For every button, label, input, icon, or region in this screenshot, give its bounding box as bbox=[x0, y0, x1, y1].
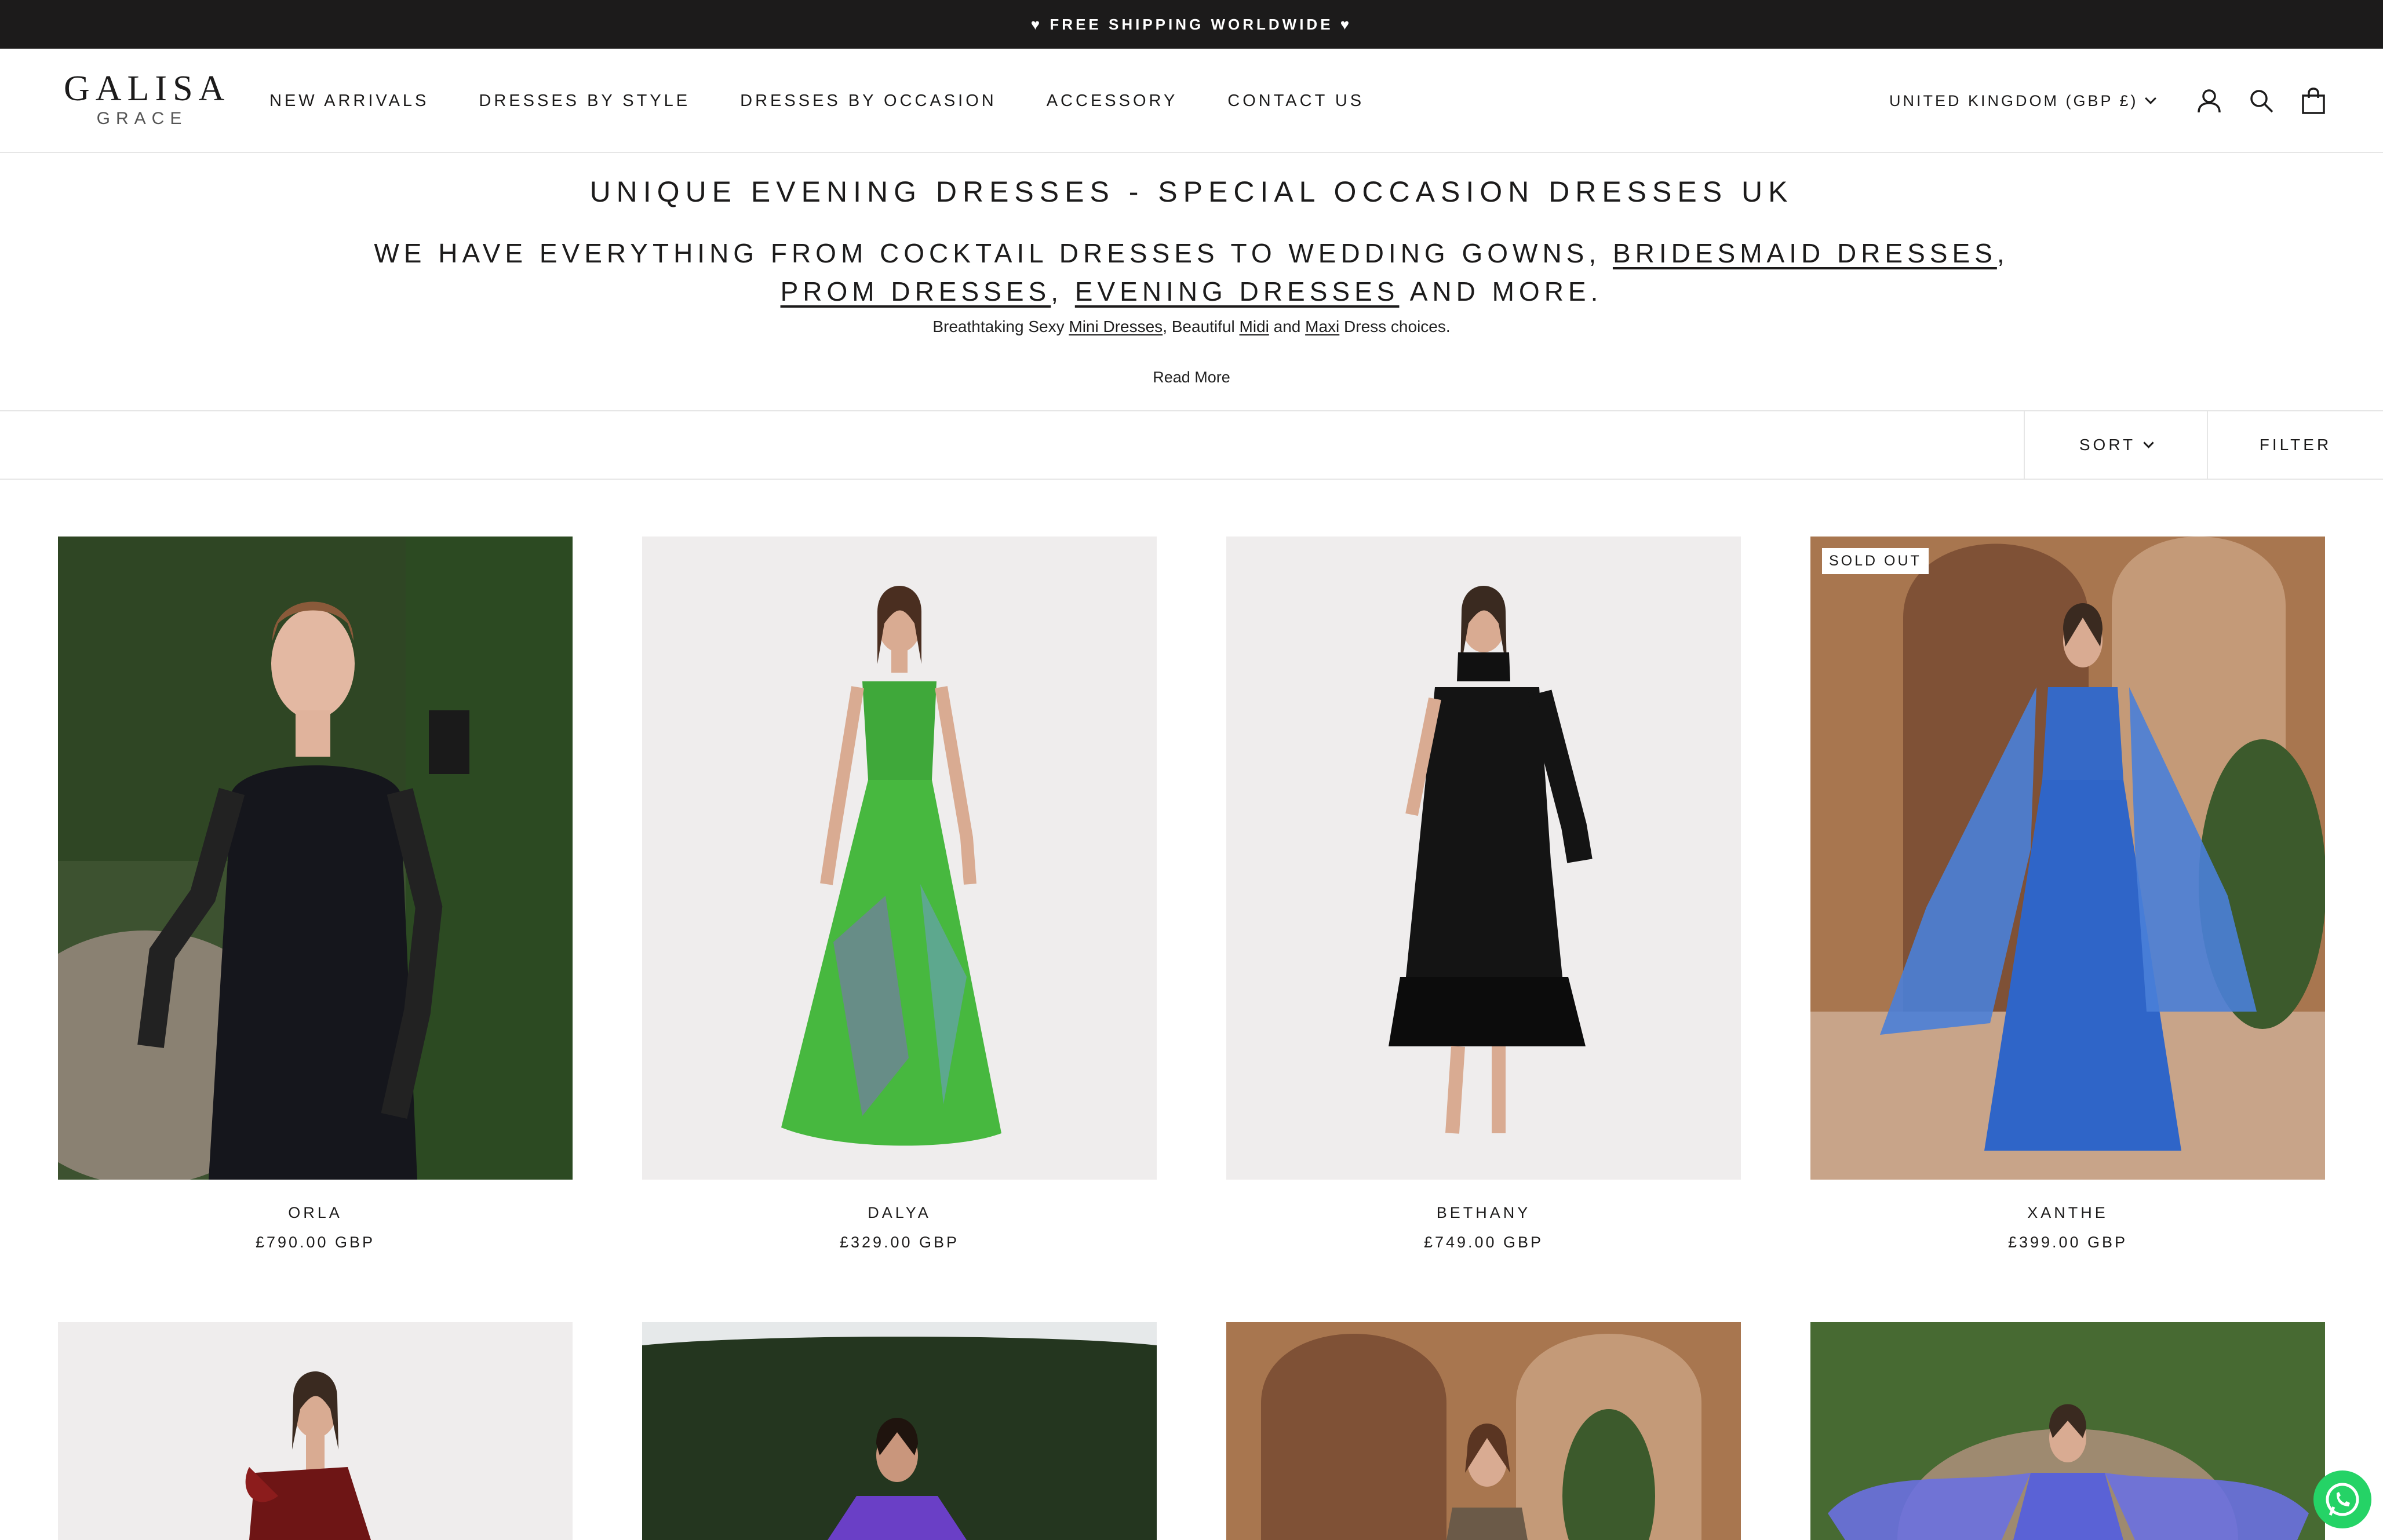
product-image[interactable] bbox=[1226, 537, 1741, 1180]
brand-sub: GRACE bbox=[96, 109, 188, 128]
product-price: £749.00 GBP bbox=[1423, 1234, 1544, 1251]
currency-selector[interactable]: UNITED KINGDOM (GBP £) bbox=[1889, 49, 2156, 153]
product-card[interactable] bbox=[58, 1322, 573, 1540]
product-image[interactable]: SOLD OUT bbox=[1810, 537, 2325, 1180]
product-card[interactable]: ORLA £790.00 GBP bbox=[58, 537, 573, 1251]
whatsapp-icon[interactable] bbox=[2313, 1470, 2371, 1528]
subheading-sep: , bbox=[1051, 276, 1075, 306]
product-price: £790.00 GBP bbox=[255, 1234, 376, 1251]
nav-accessory[interactable]: ACCESSORY bbox=[1047, 92, 1178, 111]
product-card[interactable] bbox=[1226, 1322, 1741, 1540]
brand-logo[interactable]: GALISA GRACE bbox=[64, 69, 231, 129]
collection-subheading: WE HAVE EVERYTHING FROM COCKTAIL DRESSES… bbox=[348, 234, 2035, 311]
announcement-bar: ♥ FREE SHIPPING WORLDWIDE ♥ bbox=[0, 0, 2383, 49]
chevron-down-icon bbox=[2143, 437, 2154, 448]
desc-text: Dress choices. bbox=[1339, 318, 1451, 335]
collection-description: Breathtaking Sexy Mini Dresses, Beautifu… bbox=[0, 318, 2383, 336]
link-maxi[interactable]: Maxi bbox=[1305, 318, 1339, 335]
nav-dresses-by-occasion[interactable]: DRESSES BY OCCASION bbox=[740, 92, 997, 111]
link-midi[interactable]: Midi bbox=[1240, 318, 1269, 335]
sort-button[interactable]: SORT bbox=[2024, 411, 2207, 479]
link-prom-dresses[interactable]: PROM DRESSES bbox=[781, 276, 1051, 306]
link-evening-dresses[interactable]: EVENING DRESSES bbox=[1075, 276, 1400, 306]
brand-name: GALISA bbox=[64, 69, 231, 108]
product-image[interactable] bbox=[642, 1322, 1157, 1540]
filter-label: FILTER bbox=[2259, 436, 2332, 454]
filter-button[interactable]: FILTER bbox=[2207, 411, 2383, 479]
collection-toolbar: SORT FILTER bbox=[0, 410, 2383, 480]
account-icon[interactable] bbox=[2193, 85, 2225, 117]
currency-label: UNITED KINGDOM (GBP £) bbox=[1889, 92, 2138, 110]
desc-text: and bbox=[1269, 318, 1306, 335]
product-card[interactable]: DALYA £329.00 GBP bbox=[642, 537, 1157, 1251]
read-more-button[interactable]: Read More bbox=[0, 368, 2383, 386]
search-icon[interactable] bbox=[2245, 85, 2278, 117]
site-header: GALISA GRACE NEW ARRIVALS DRESSES BY STY… bbox=[0, 49, 2383, 153]
product-card[interactable] bbox=[1810, 1322, 2325, 1540]
main-nav: NEW ARRIVALS DRESSES BY STYLE DRESSES BY… bbox=[269, 49, 1414, 153]
product-image[interactable] bbox=[1226, 1322, 1741, 1540]
product-image[interactable] bbox=[1810, 1322, 2325, 1540]
product-price: £329.00 GBP bbox=[839, 1234, 960, 1251]
link-mini-dresses[interactable]: Mini Dresses bbox=[1069, 318, 1163, 335]
product-card[interactable] bbox=[642, 1322, 1157, 1540]
product-card[interactable]: SOLD OUT XANTHE £399.00 GBP bbox=[1810, 537, 2325, 1251]
announcement-text: ♥ FREE SHIPPING WORLDWIDE ♥ bbox=[1030, 15, 1353, 33]
product-name[interactable]: ORLA bbox=[58, 1204, 573, 1222]
product-name[interactable]: BETHANY bbox=[1226, 1204, 1741, 1222]
subheading-text: WE HAVE EVERYTHING FROM COCKTAIL DRESSES… bbox=[374, 238, 1613, 268]
desc-text: , Beautiful bbox=[1163, 318, 1240, 335]
nav-new-arrivals[interactable]: NEW ARRIVALS bbox=[269, 92, 429, 111]
desc-text: Breathtaking Sexy bbox=[932, 318, 1069, 335]
product-card[interactable]: BETHANY £749.00 GBP bbox=[1226, 537, 1741, 1251]
nav-dresses-by-style[interactable]: DRESSES BY STYLE bbox=[479, 92, 690, 111]
link-bridesmaid-dresses[interactable]: BRIDESMAID DRESSES bbox=[1613, 238, 1997, 268]
product-image[interactable] bbox=[58, 537, 573, 1180]
nav-contact-us[interactable]: CONTACT US bbox=[1227, 92, 1364, 111]
chevron-down-icon bbox=[2144, 93, 2156, 104]
product-image[interactable] bbox=[58, 1322, 573, 1540]
subheading-sep: , bbox=[1996, 238, 2009, 268]
product-price: £399.00 GBP bbox=[2007, 1234, 2128, 1251]
collection-intro: UNIQUE EVENING DRESSES - SPECIAL OCCASIO… bbox=[0, 153, 2383, 410]
sort-label: SORT bbox=[2079, 436, 2136, 454]
product-name[interactable]: XANTHE bbox=[1810, 1204, 2325, 1222]
bag-icon[interactable] bbox=[2297, 85, 2330, 117]
sold-out-badge: SOLD OUT bbox=[1822, 548, 1929, 574]
product-image[interactable] bbox=[642, 537, 1157, 1180]
product-name[interactable]: DALYA bbox=[642, 1204, 1157, 1222]
page-title: UNIQUE EVENING DRESSES - SPECIAL OCCASIO… bbox=[589, 176, 1794, 208]
subheading-end: AND MORE. bbox=[1399, 276, 1603, 306]
